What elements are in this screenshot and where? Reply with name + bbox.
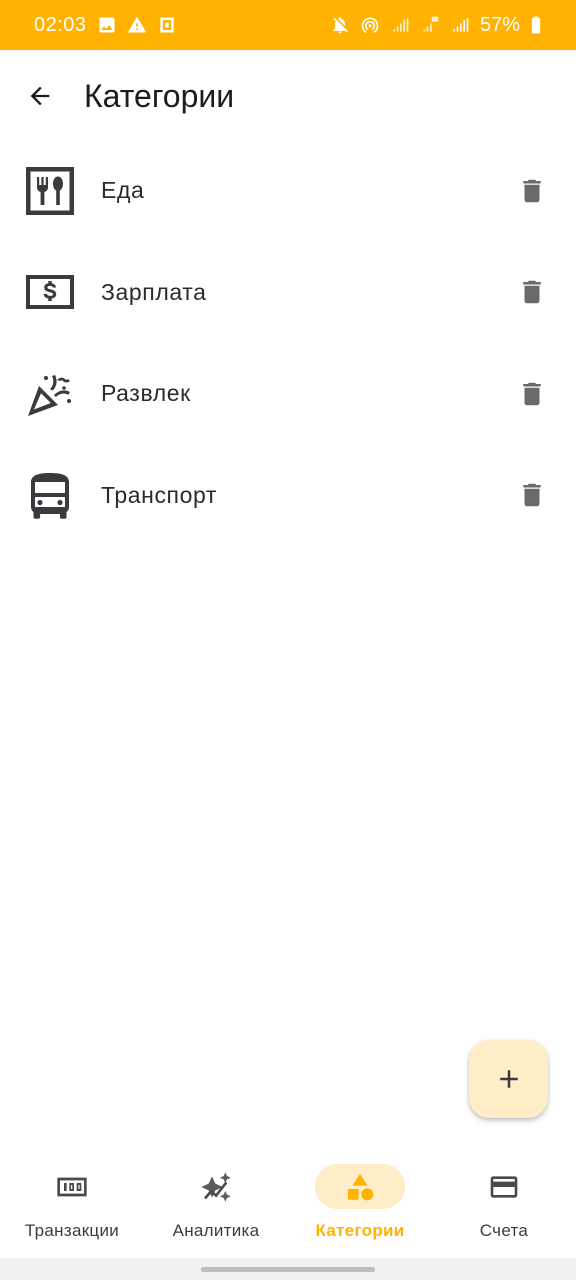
gallery-icon xyxy=(97,15,117,35)
transactions-icon xyxy=(57,1177,87,1196)
delete-button[interactable] xyxy=(514,376,550,412)
status-bar: 02:03 57% xyxy=(0,0,576,50)
signal-icon xyxy=(450,15,470,35)
category-item-salary[interactable]: Зарплата xyxy=(0,242,576,344)
nav-label: Категории xyxy=(315,1221,405,1240)
analytics-icon xyxy=(201,1171,231,1202)
hotspot-icon xyxy=(360,15,380,35)
delete-button[interactable] xyxy=(514,274,550,310)
category-label: Зарплата xyxy=(101,278,207,305)
nav-indicator xyxy=(27,1164,117,1209)
card-icon xyxy=(490,1175,518,1198)
category-label: Еда xyxy=(101,177,145,204)
bottom-navigation: Транзакции Аналитика Категории Счета xyxy=(0,1148,576,1258)
status-left: 02:03 xyxy=(34,14,177,37)
category-list: Еда Зарплата Развлек Транспорт xyxy=(0,140,576,546)
nav-item-categories[interactable]: Категории xyxy=(288,1148,432,1258)
categories-icon xyxy=(348,1173,374,1200)
top-app-bar: Категории xyxy=(0,50,576,142)
category-item-entertainment[interactable]: Развлек xyxy=(0,343,576,445)
money-icon xyxy=(24,266,76,318)
screenshot-icon xyxy=(157,15,177,35)
back-button[interactable] xyxy=(20,76,60,116)
home-gesture-handle[interactable] xyxy=(201,1267,375,1272)
nav-indicator xyxy=(459,1164,549,1209)
restaurant-icon xyxy=(24,165,76,217)
delete-button[interactable] xyxy=(514,477,550,513)
category-label: Транспорт xyxy=(101,481,218,508)
nav-label: Счета xyxy=(479,1221,529,1240)
nav-label: Транзакции xyxy=(24,1221,120,1240)
trash-icon xyxy=(523,382,541,405)
nav-item-transactions[interactable]: Транзакции xyxy=(0,1148,144,1258)
system-navigation-bar xyxy=(0,1258,576,1280)
lte-signal-icon xyxy=(420,15,440,35)
trash-icon xyxy=(523,484,541,507)
status-right: 57% xyxy=(330,14,542,37)
add-category-button[interactable] xyxy=(469,1040,548,1118)
status-time: 02:03 xyxy=(34,13,87,36)
category-item-transport[interactable]: Транспорт xyxy=(0,445,576,547)
warning-icon xyxy=(127,15,147,35)
bus-icon xyxy=(24,469,76,521)
nav-item-analytics[interactable]: Аналитика xyxy=(144,1148,288,1258)
celebration-icon xyxy=(24,368,76,420)
signal-icon xyxy=(390,15,410,35)
category-item-food[interactable]: Еда xyxy=(0,140,576,242)
nav-indicator xyxy=(315,1164,405,1209)
category-label: Развлек xyxy=(101,380,191,407)
trash-icon xyxy=(523,179,541,202)
add-icon xyxy=(499,1070,518,1088)
arrow-back-icon xyxy=(30,86,50,106)
delete-button[interactable] xyxy=(514,173,550,209)
mute-icon xyxy=(330,15,350,35)
battery-level: 57% xyxy=(479,13,520,36)
nav-item-accounts[interactable]: Счета xyxy=(432,1148,576,1258)
battery-icon xyxy=(530,15,542,35)
nav-label: Аналитика xyxy=(172,1221,260,1240)
nav-indicator xyxy=(171,1164,261,1209)
page-title: Категории xyxy=(84,78,235,114)
trash-icon xyxy=(523,281,541,304)
